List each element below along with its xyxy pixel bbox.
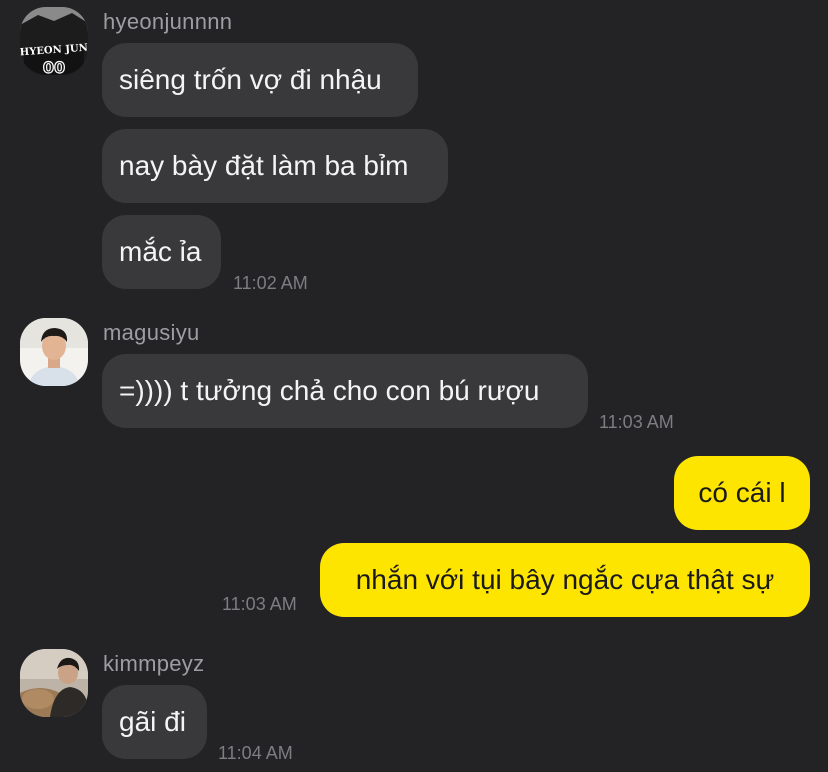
sender-name: magusiyu — [103, 320, 200, 345]
message-timestamp: 11:03 AM — [222, 594, 297, 614]
avatar-kimmpeyz[interactable] — [20, 649, 88, 717]
message-bubble[interactable]: =)))) t tưởng chả cho con bú rượu — [102, 354, 588, 428]
my-message-bubble[interactable]: có cái l — [674, 456, 810, 530]
sender-name: kimmpeyz — [103, 651, 205, 676]
message-bubble[interactable]: nay bày đặt làm ba bỉm — [102, 129, 448, 203]
jersey-photo-avatar-icon: HYEON JUN 00 — [20, 7, 88, 75]
avatar-hyeonjunnnn[interactable]: HYEON JUN 00 — [20, 7, 88, 75]
my-message-bubble[interactable]: nhắn với tụi bây ngắc cựa thật sự — [320, 543, 810, 617]
sender-name: hyeonjunnnn — [103, 9, 233, 34]
message-timestamp: 11:04 AM — [218, 743, 293, 763]
avatar-magusiyu[interactable] — [20, 318, 88, 386]
message-timestamp: 11:02 AM — [233, 273, 308, 293]
cat-photo-avatar-icon — [20, 649, 88, 717]
message-bubble[interactable]: gãi đi — [102, 685, 207, 759]
message-timestamp: 11:03 AM — [599, 412, 674, 432]
portrait-photo-avatar-icon — [20, 318, 88, 386]
message-bubble[interactable]: siêng trốn vợ đi nhậu — [102, 43, 418, 117]
message-bubble[interactable]: mắc ỉa — [102, 215, 221, 289]
svg-text:00: 00 — [43, 58, 65, 75]
